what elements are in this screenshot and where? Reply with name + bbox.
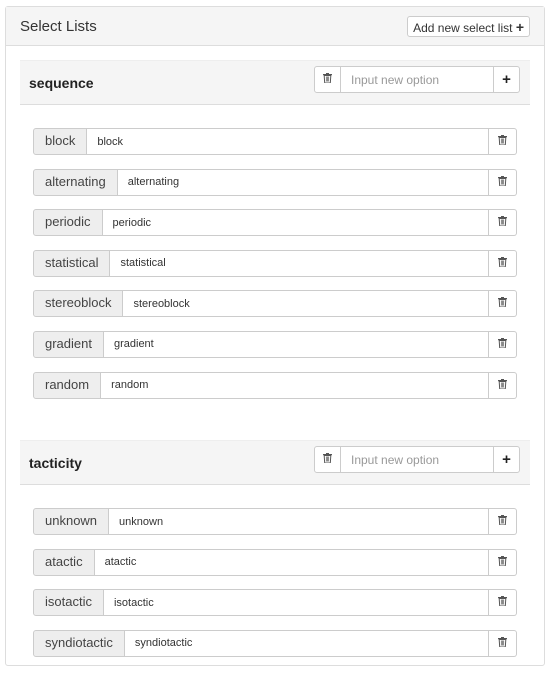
trash-icon — [498, 175, 507, 189]
option-row: alternating — [33, 168, 517, 196]
option-row: gradient — [33, 330, 517, 358]
trash-icon — [498, 555, 507, 569]
new-option-field: Input new option — [341, 446, 493, 474]
trash-icon — [498, 378, 507, 392]
delete-option-button[interactable] — [489, 168, 517, 196]
options-list: block alternating periodic statistical s… — [20, 105, 530, 426]
select-list-title: sequence — [29, 75, 94, 91]
select-list-header: tacticity Input new option + — [20, 441, 530, 486]
option-value-input[interactable] — [103, 330, 489, 358]
add-select-list-label: Add new select list — [413, 21, 513, 35]
option-label: block — [33, 128, 88, 155]
delete-list-button[interactable] — [314, 66, 341, 93]
delete-option-button[interactable] — [489, 290, 517, 318]
sections-container: sequence Input new option + block altern… — [6, 60, 544, 685]
option-label: gradient — [33, 330, 104, 358]
select-list-title: tacticity — [29, 455, 82, 472]
option-label: stereoblock — [33, 290, 124, 318]
option-value-input[interactable] — [102, 209, 489, 237]
trash-icon — [498, 596, 507, 609]
option-row: unknown — [33, 508, 517, 536]
option-value-input[interactable] — [87, 128, 489, 155]
plus-icon: + — [502, 451, 511, 469]
option-label: atactic — [33, 548, 95, 576]
trash-icon — [498, 297, 507, 310]
trash-icon — [498, 337, 507, 351]
delete-option-button[interactable] — [489, 371, 517, 399]
select-list-tacticity: tacticity Input new option + unknown ata… — [20, 440, 530, 684]
option-row: isotactic — [33, 589, 517, 617]
select-list-header: sequence Input new option + — [20, 61, 530, 105]
plus-icon: + — [515, 19, 524, 35]
option-label: periodic — [33, 209, 103, 237]
add-option-button[interactable]: + — [493, 446, 520, 474]
add-select-list-button[interactable]: Add new select list + — [407, 16, 530, 37]
delete-option-button[interactable] — [489, 629, 517, 657]
option-value-input[interactable] — [123, 290, 489, 318]
option-value-input[interactable] — [110, 249, 489, 277]
new-option-input[interactable] — [341, 446, 493, 474]
add-option-button[interactable]: + — [493, 66, 520, 93]
option-label: alternating — [33, 168, 118, 196]
option-value-input[interactable] — [109, 508, 489, 536]
delete-option-button[interactable] — [489, 508, 517, 536]
delete-option-button[interactable] — [489, 330, 517, 358]
trash-icon — [498, 135, 507, 148]
new-option-group: Input new option + — [314, 66, 520, 93]
trash-icon — [498, 636, 507, 650]
panel-title: Select Lists — [20, 18, 97, 35]
option-label: unknown — [33, 508, 110, 536]
option-label: statistical — [33, 249, 111, 277]
delete-option-button[interactable] — [489, 249, 517, 277]
delete-option-button[interactable] — [489, 589, 517, 617]
option-value-input[interactable] — [94, 548, 489, 576]
option-row: random — [33, 371, 517, 399]
option-label: random — [33, 371, 102, 399]
option-row: atactic — [33, 548, 517, 576]
option-value-input[interactable] — [101, 371, 489, 399]
new-option-field: Input new option — [341, 66, 493, 93]
option-row: stereoblock — [33, 290, 517, 318]
trash-icon — [498, 515, 507, 528]
option-value-input[interactable] — [124, 629, 489, 657]
select-list-sequence: sequence Input new option + block altern… — [20, 60, 530, 426]
option-row: block — [33, 128, 517, 155]
option-value-input[interactable] — [117, 168, 489, 196]
new-option-group: Input new option + — [314, 446, 520, 474]
panel-header: Select Lists Add new select list + — [6, 7, 544, 46]
option-value-input[interactable] — [103, 589, 489, 617]
option-label: syndiotactic — [33, 629, 125, 657]
trash-icon — [498, 216, 507, 229]
delete-option-button[interactable] — [489, 548, 517, 576]
trash-icon — [323, 73, 332, 86]
option-row: statistical — [33, 249, 517, 277]
options-list: unknown atactic isotactic syndiotactic — [20, 485, 530, 684]
delete-option-button[interactable] — [489, 128, 517, 155]
option-label: isotactic — [33, 589, 104, 617]
new-option-input[interactable] — [341, 66, 493, 93]
delete-list-button[interactable] — [314, 446, 341, 474]
option-row: periodic — [33, 209, 517, 237]
trash-icon — [498, 256, 507, 270]
delete-option-button[interactable] — [489, 209, 517, 237]
trash-icon — [323, 453, 332, 466]
option-row: syndiotactic — [33, 629, 517, 657]
plus-icon: + — [502, 71, 511, 88]
select-lists-panel: Select Lists Add new select list + seque… — [5, 6, 545, 666]
